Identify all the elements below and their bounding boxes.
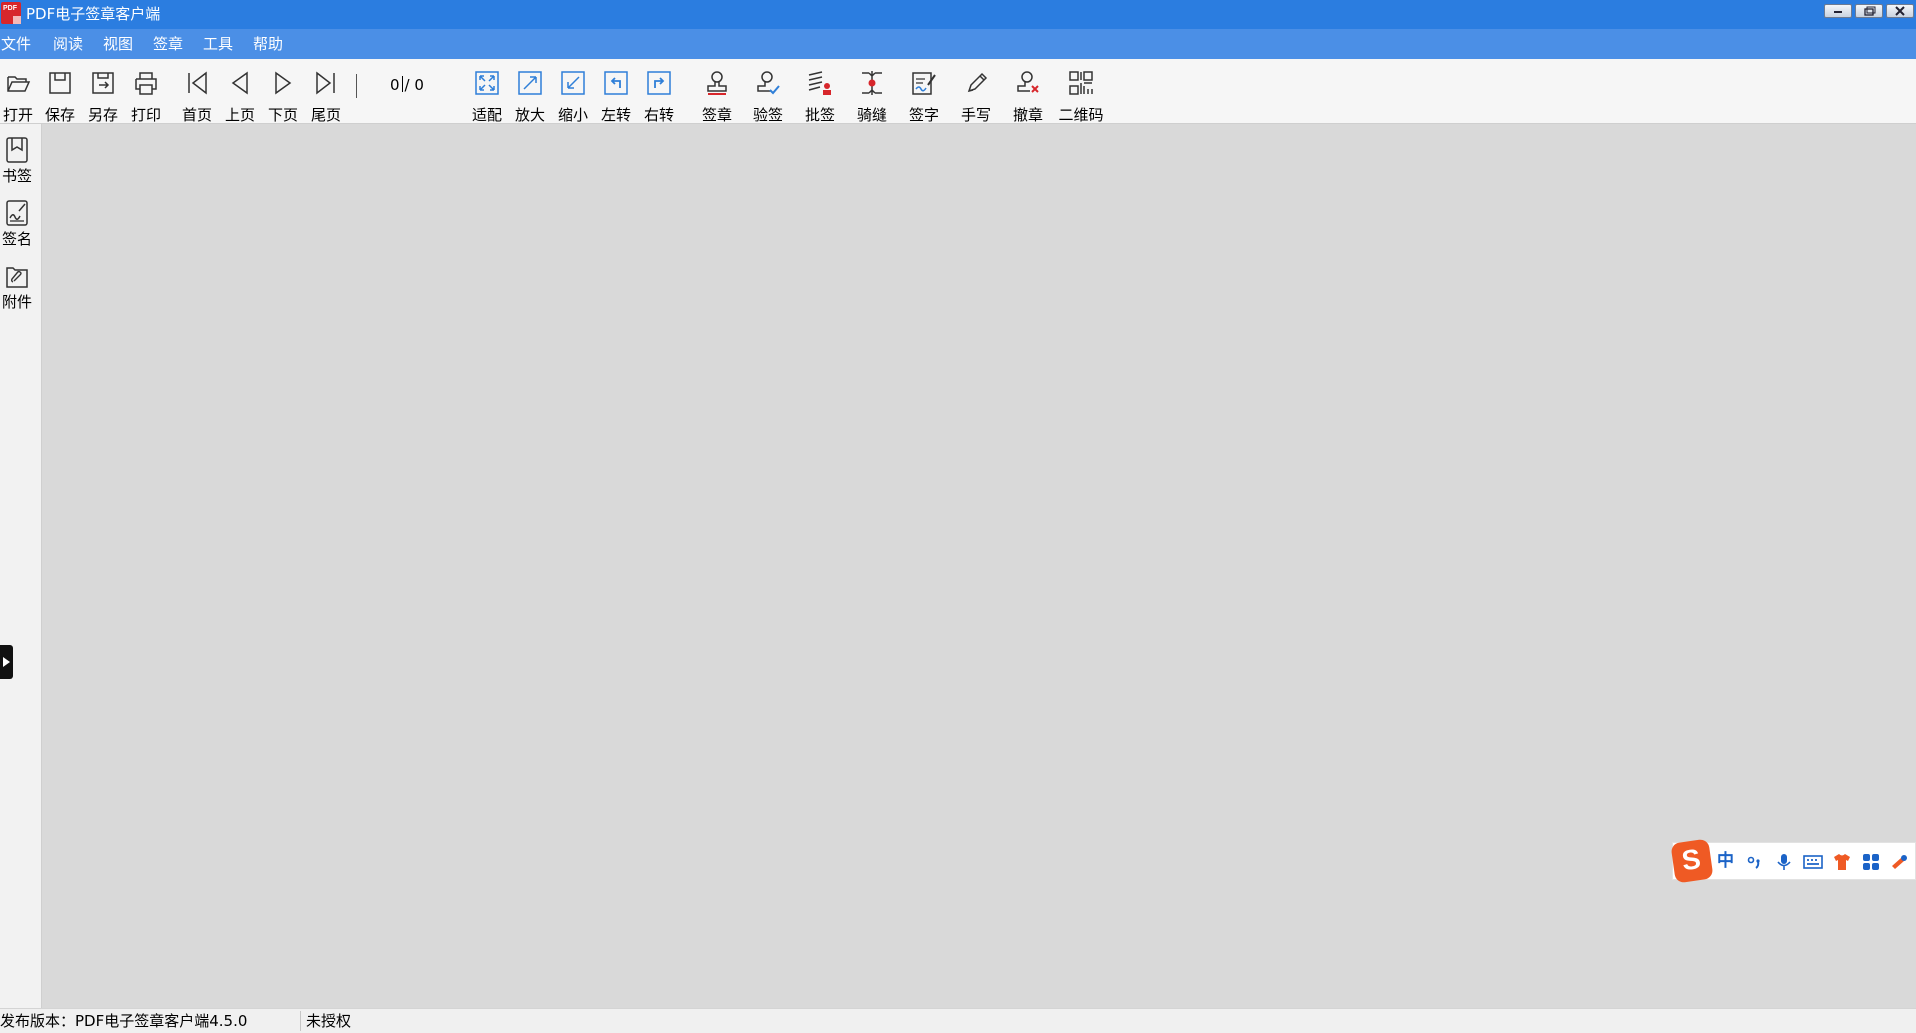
printer-icon	[135, 72, 157, 95]
ime-mode-toggle[interactable]: 中	[1717, 851, 1734, 871]
menu-sign[interactable]: 签章	[153, 35, 183, 53]
rotate-right-label: 右转	[643, 106, 674, 124]
bookmark-icon	[6, 137, 28, 163]
arrow-right-icon	[3, 657, 10, 667]
last-page-button[interactable]: 尾页	[304, 65, 348, 124]
toolbox-icon[interactable]	[1861, 852, 1881, 872]
verify-signature-icon	[757, 71, 780, 95]
pdf-app-icon: PDF	[1, 2, 21, 24]
zoom-in-icon	[518, 71, 542, 95]
toolbar: 打开 保存 另存 打印 首页 上页 下页 尾页 0/ 0 适配 放大 缩小 左转…	[0, 59, 1916, 124]
microphone-icon[interactable]	[1774, 852, 1794, 872]
restore-button[interactable]	[1855, 4, 1883, 18]
sidebar-toggle-handle[interactable]	[0, 645, 13, 679]
menu-file[interactable]: 文件	[1, 35, 31, 53]
status-license: 未授权	[306, 1012, 352, 1030]
document-view[interactable]	[42, 124, 1916, 1008]
menu-read[interactable]: 阅读	[53, 35, 83, 53]
menu-view[interactable]: 视图	[103, 35, 133, 53]
page-indicator[interactable]: 0/ 0	[390, 76, 424, 94]
batch-sign-icon	[808, 71, 831, 95]
stamp-icon	[707, 71, 727, 95]
menu-help[interactable]: 帮助	[253, 35, 283, 53]
close-icon	[1895, 6, 1905, 16]
minimize-icon	[1834, 11, 1842, 13]
skin-icon[interactable]	[1832, 852, 1852, 872]
toolbar-separator	[356, 74, 357, 98]
seam-stamp-button[interactable]: 骑缝	[850, 65, 894, 124]
punctuation-icon[interactable]	[1745, 852, 1765, 872]
revoke-stamp-button[interactable]: 撤章	[1006, 65, 1050, 124]
handwrite-button[interactable]: 手写	[954, 65, 998, 124]
sidebar-bookmark-label: 书签	[1, 167, 32, 185]
print-label: 打印	[130, 106, 161, 124]
zoom-out-icon	[561, 71, 585, 95]
qrcode-button[interactable]: 二维码	[1058, 65, 1104, 124]
verify-button[interactable]: 验签	[746, 65, 790, 124]
attachment-icon	[6, 267, 28, 288]
page-total: / 0	[404, 76, 424, 94]
status-bar: 发布版本：PDF电子签章客户端4.5.0 未授权	[0, 1008, 1916, 1033]
fit-page-icon	[475, 71, 499, 95]
next-page-icon	[275, 71, 292, 95]
first-page-icon	[188, 71, 207, 95]
handwrite-pen-icon	[967, 72, 988, 93]
revoke-stamp-icon	[1017, 71, 1039, 93]
save-icon	[49, 72, 71, 94]
seam-stamp-label: 骑缝	[856, 106, 887, 124]
status-divider	[300, 1011, 301, 1031]
page-current-input[interactable]: 0	[390, 76, 400, 94]
sign-text-label: 签字	[908, 106, 939, 124]
left-sidebar: 书签 签名 附件	[0, 124, 42, 1008]
sidebar-item-attachment[interactable]: 附件	[0, 256, 34, 314]
rotate-right-icon	[647, 71, 671, 95]
sidebar-item-bookmark[interactable]: 书签	[0, 130, 34, 188]
status-version: 发布版本：PDF电子签章客户端4.5.0	[0, 1012, 248, 1030]
window-title: PDF电子签章客户端	[26, 5, 161, 23]
keyboard-icon[interactable]	[1803, 852, 1823, 872]
batch-sign-button[interactable]: 批签	[798, 65, 842, 124]
sidebar-signature-label: 签名	[1, 230, 32, 248]
save-as-icon	[92, 72, 114, 94]
last-page-label: 尾页	[310, 106, 341, 124]
sidebar-item-signature[interactable]: 签名	[0, 193, 34, 251]
last-page-icon	[316, 71, 335, 95]
sidebar-attachment-label: 附件	[1, 293, 32, 311]
menu-tools[interactable]: 工具	[203, 35, 233, 53]
text-caret	[401, 76, 403, 92]
rotate-left-icon	[604, 71, 628, 95]
stamp-button[interactable]: 签章	[695, 65, 739, 124]
previous-page-icon	[231, 71, 248, 95]
verify-label: 验签	[752, 106, 783, 124]
qrcode-label: 二维码	[1058, 106, 1104, 124]
batch-sign-label: 批签	[804, 106, 835, 124]
stamp-label: 签章	[701, 106, 732, 124]
minimize-button[interactable]	[1824, 4, 1852, 18]
rotate-right-button[interactable]: 右转	[637, 65, 681, 124]
seam-stamp-icon	[862, 71, 882, 95]
sogou-logo[interactable]: S	[1670, 838, 1714, 884]
revoke-stamp-label: 撤章	[1012, 106, 1043, 124]
title-bar: PDF PDF电子签章客户端	[0, 0, 1916, 29]
sign-text-icon	[912, 72, 936, 95]
settings-icon[interactable]	[1889, 852, 1909, 872]
handwrite-label: 手写	[960, 106, 991, 124]
print-button[interactable]: 打印	[124, 65, 168, 124]
close-button[interactable]	[1886, 4, 1914, 18]
open-folder-icon	[7, 76, 31, 92]
restore-icon	[1864, 6, 1876, 16]
signature-icon	[6, 200, 28, 226]
sign-text-button[interactable]: 签字	[902, 65, 946, 124]
qrcode-icon	[1069, 71, 1093, 95]
menu-bar: 文件 阅读 视图 签章 工具 帮助	[0, 29, 1916, 59]
ime-toolbar[interactable]: S 中	[1670, 838, 1916, 884]
